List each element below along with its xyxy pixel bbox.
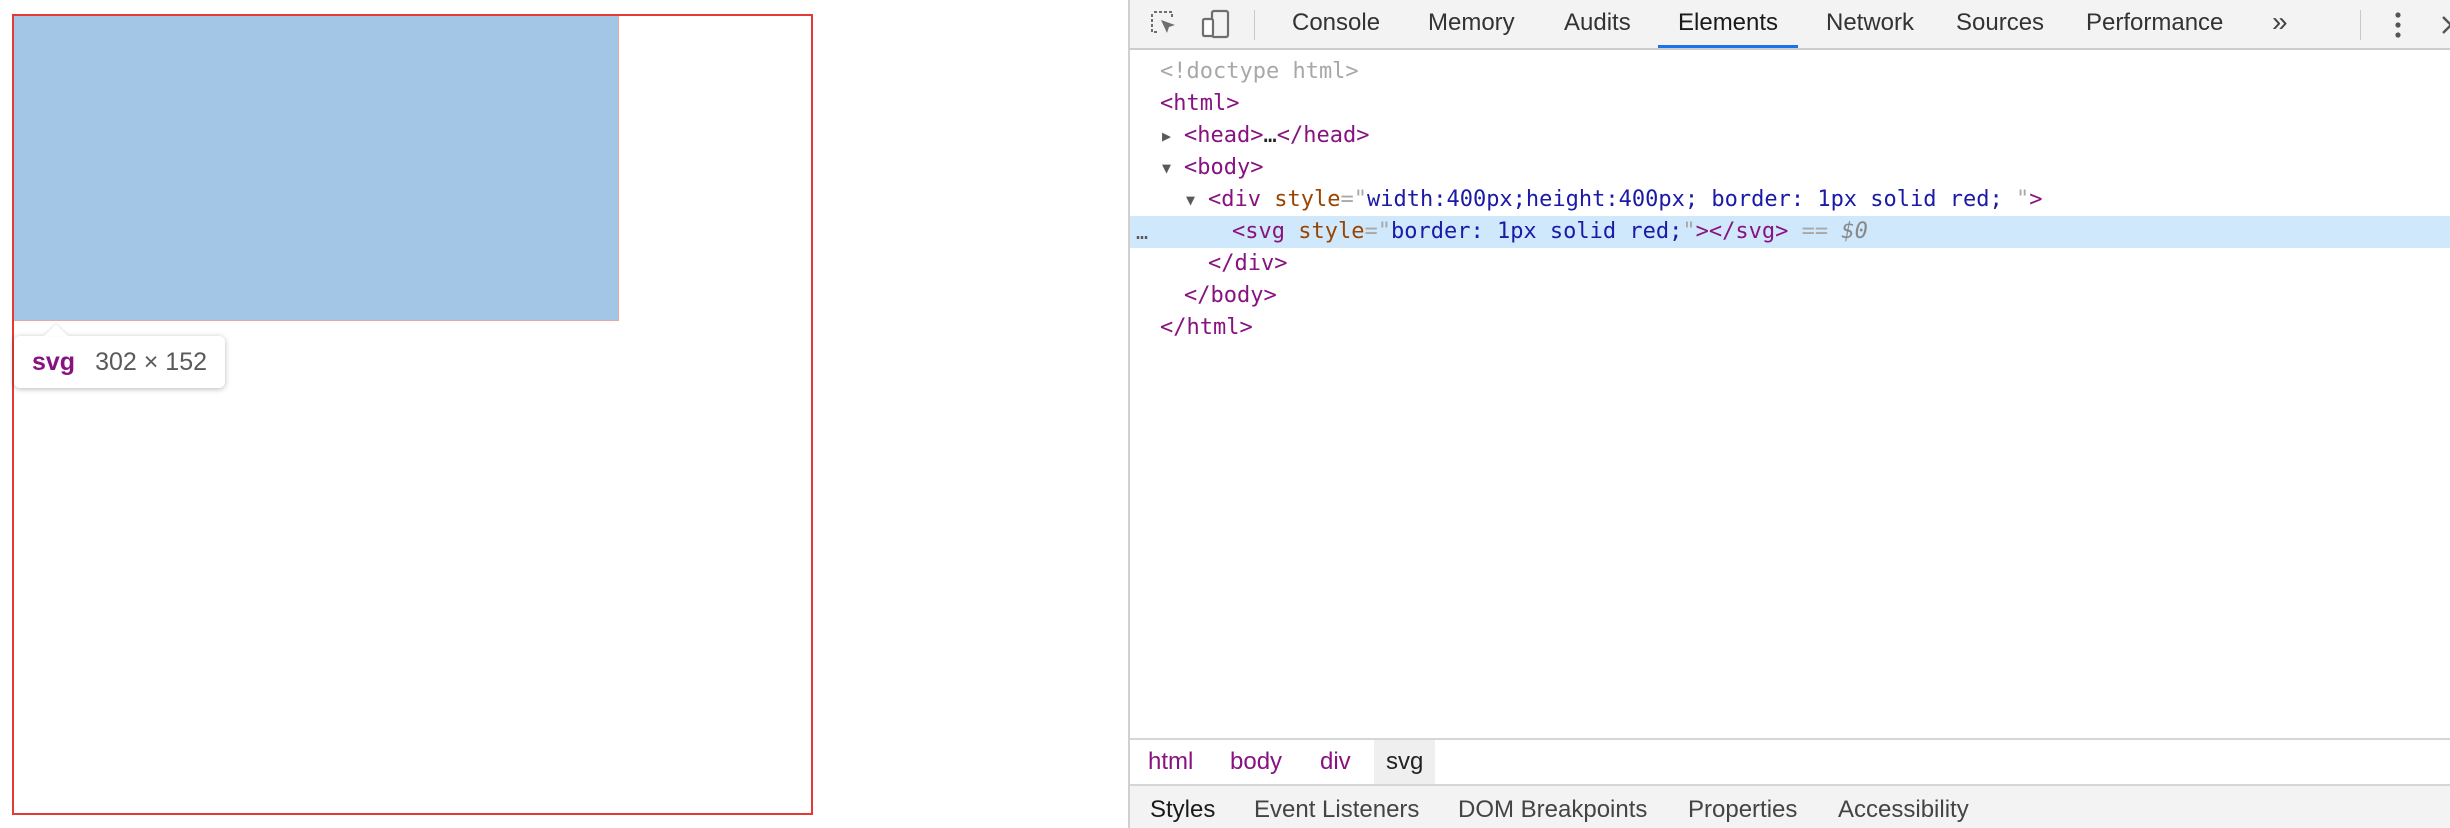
node-actions-icon[interactable]: …: [1136, 216, 1148, 248]
dom-tree: <!doctype html> <html> ▶ <head>…</head> …: [1130, 50, 2450, 738]
breadcrumb-html[interactable]: html: [1136, 740, 1205, 784]
tab-event-listeners[interactable]: Event Listeners: [1254, 786, 1419, 828]
div-tag-name: div: [1221, 187, 1261, 212]
page-viewport: svg 302 × 152: [0, 0, 1128, 828]
div-close-tag: </div>: [1208, 251, 1288, 276]
div-attr-value: width:400px;height:400px; border: 1px so…: [1366, 187, 2016, 212]
dom-node-svg-selected[interactable]: … <svg style="border: 1px solid red;"></…: [1130, 216, 2450, 248]
device-toolbar-icon[interactable]: [1200, 8, 1232, 40]
selected-var: $0: [1841, 219, 1868, 244]
collapse-triangle-icon[interactable]: ▼: [1162, 152, 1171, 184]
dom-node-div-close[interactable]: </div>: [1130, 248, 2450, 280]
tab-audits[interactable]: Audits: [1544, 0, 1651, 48]
dom-node-html-close[interactable]: </html>: [1130, 312, 2450, 344]
selected-equals: ==: [1801, 219, 1829, 244]
collapse-triangle-icon[interactable]: ▼: [1186, 184, 1195, 216]
close-devtools-icon[interactable]: [2438, 12, 2450, 38]
inspect-tooltip: svg 302 × 152: [14, 336, 226, 388]
html-close-tag: </html>: [1160, 315, 1253, 340]
toolbar-separator: [1254, 10, 1255, 40]
body-open-tag: <body>: [1184, 155, 1264, 180]
breadcrumb: html body div svg: [1130, 738, 2450, 784]
html-open-tag: <html>: [1160, 91, 1240, 116]
tab-network[interactable]: Network: [1806, 0, 1934, 48]
doctype-text: <!doctype html>: [1160, 59, 1359, 84]
customize-menu-icon[interactable]: [2392, 10, 2404, 40]
devtools-toolbar: Console Memory Audits Elements Network S…: [1130, 0, 2450, 50]
head-ellipsis: …: [1263, 123, 1277, 148]
inspect-element-icon[interactable]: [1148, 8, 1180, 40]
breadcrumb-body[interactable]: body: [1218, 740, 1294, 784]
tooltip-dimensions: 302 × 152: [95, 347, 208, 376]
toolbar-separator: [2360, 10, 2361, 40]
tab-accessibility[interactable]: Accessibility: [1838, 786, 1969, 828]
breadcrumb-svg[interactable]: svg: [1374, 740, 1436, 784]
dom-node-div[interactable]: ▼ <div style="width:400px;height:400px; …: [1130, 184, 2450, 216]
dom-node-body-close[interactable]: </body>: [1130, 280, 2450, 312]
tab-performance[interactable]: Performance: [2066, 0, 2243, 48]
svg-close-tag: </svg>: [1708, 219, 1789, 244]
more-tabs-chevron-icon[interactable]: »: [2272, 6, 2288, 38]
tab-console[interactable]: Console: [1272, 0, 1400, 48]
tab-memory[interactable]: Memory: [1408, 0, 1535, 48]
tab-dom-breakpoints[interactable]: DOM Breakpoints: [1458, 786, 1647, 828]
svg-attr-value: border: 1px solid red;: [1390, 219, 1683, 244]
div-attr-name: style: [1274, 187, 1341, 212]
dom-node-doctype[interactable]: <!doctype html>: [1130, 56, 2450, 88]
tab-properties[interactable]: Properties: [1688, 786, 1797, 828]
tab-elements[interactable]: Elements: [1658, 0, 1799, 48]
body-close-tag: </body>: [1184, 283, 1277, 308]
tab-styles[interactable]: Styles: [1150, 786, 1215, 828]
breadcrumb-div[interactable]: div: [1308, 740, 1363, 784]
sidebar-pane-tabs: Styles Event Listeners DOM Breakpoints P…: [1130, 784, 2450, 828]
head-close-tag: </head>: [1276, 123, 1370, 148]
svg-tag-name: svg: [1245, 219, 1285, 244]
dom-node-html[interactable]: <html>: [1130, 88, 2450, 120]
tooltip-tag-name: svg: [32, 347, 76, 376]
dom-node-head[interactable]: ▶ <head>…</head>: [1130, 120, 2450, 152]
devtools-panel: Console Memory Audits Elements Network S…: [1128, 0, 2450, 828]
tab-sources[interactable]: Sources: [1936, 0, 2064, 48]
dom-node-body[interactable]: ▼ <body>: [1130, 152, 2450, 184]
expand-triangle-icon[interactable]: ▶: [1162, 120, 1171, 152]
head-open-tag: <head>: [1184, 123, 1264, 148]
svg-attr-name: style: [1298, 219, 1365, 244]
svg-highlight-overlay: [14, 16, 619, 321]
